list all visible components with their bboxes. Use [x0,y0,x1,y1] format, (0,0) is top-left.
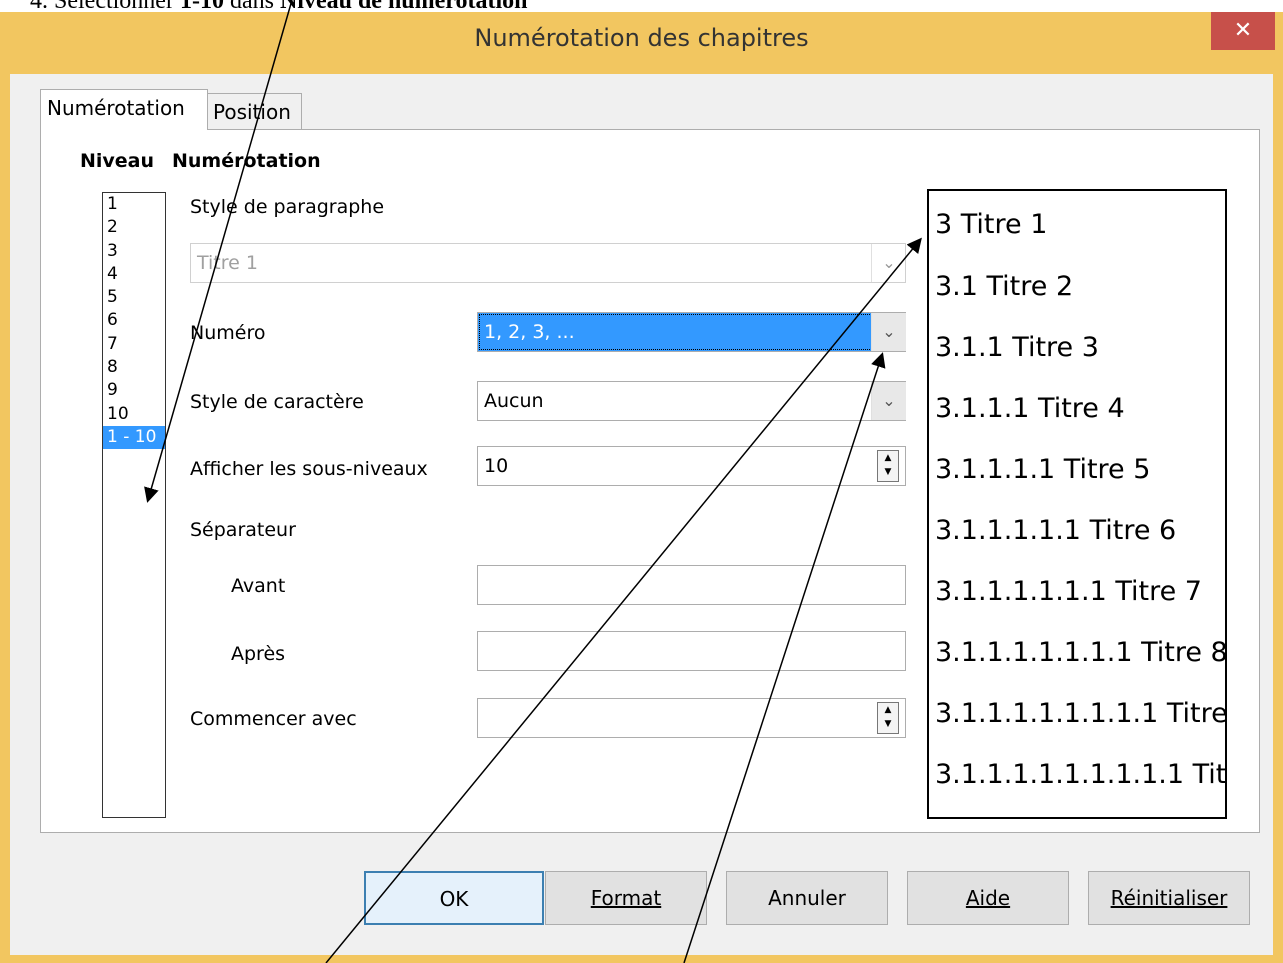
before-label: Avant [231,575,286,597]
format-button[interactable]: Format [545,871,707,925]
paragraph-style-dropdown[interactable]: Titre 1 [190,243,906,283]
list-item[interactable]: 6 [103,309,165,332]
close-button[interactable]: ✕ [1211,12,1275,50]
help-button[interactable]: Aide [907,871,1069,925]
sublevels-label: Afficher les sous-niveaux [190,458,428,480]
sublevels-spinbox[interactable]: 10 [477,446,906,486]
list-item-selected[interactable]: 1 - 10 [103,425,165,450]
number-dropdown[interactable]: 1, 2, 3, ... [477,312,906,352]
tab-numerotation[interactable]: Numérotation [40,89,208,130]
preview-line: 3.1.1.1.1.1.1 Titre 7 [935,576,1202,607]
reset-button-label: Réinitialiser [1110,886,1228,910]
preview-line: 3.1.1.1.1.1 Titre 6 [935,515,1177,546]
preview-line: 3.1 Titre 2 [935,271,1074,302]
format-button-label: Format [590,886,662,910]
numbering-header: Numérotation [172,150,321,172]
start-with-label: Commencer avec [190,708,357,730]
chevron-down-icon[interactable]: ⌄ [871,313,906,351]
tab-position[interactable]: Position [206,93,302,129]
number-label: Numéro [190,322,266,344]
numbering-preview: 3 Titre 1 3.1 Titre 2 3.1.1 Titre 3 3.1.… [927,189,1227,819]
spin-icon[interactable]: ▲ ▼ [877,702,899,734]
list-item[interactable]: 9 [103,379,165,402]
preview-line: 3.1.1.1.1.1.1.1 Titre 8 [935,637,1227,668]
start-with-spinbox[interactable] [477,698,906,738]
spin-icon[interactable]: ▲ ▼ [877,450,899,482]
cancel-button[interactable]: Annuler [726,871,888,925]
before-input[interactable] [477,565,906,605]
ok-button[interactable]: OK [364,871,544,925]
preview-line: 3.1.1.1.1 Titre 5 [935,454,1151,485]
char-style-dropdown[interactable]: Aucun [477,381,906,421]
list-item[interactable]: 10 [103,403,165,426]
list-item[interactable]: 3 [103,240,165,263]
dialog-title: Numérotation des chapitres [474,24,809,52]
after-input[interactable] [477,631,906,671]
list-item[interactable]: 5 [103,286,165,309]
after-label: Après [231,643,286,665]
preview-line: 3.1.1.1.1.1.1.1.1.1 Titre 10 [935,759,1227,790]
paragraph-style-label: Style de paragraphe [190,196,385,218]
title-bar: Numérotation des chapitres ✕ [0,12,1283,74]
list-item[interactable]: 1 [103,193,165,216]
list-item[interactable]: 4 [103,263,165,286]
close-icon: ✕ [1233,18,1253,43]
char-style-label: Style de caractère [190,391,364,413]
preview-line: 3.1.1.1.1.1.1.1.1 Titre 9 [935,698,1227,729]
level-header: Niveau [80,150,155,172]
preview-line: 3.1.1.1 Titre 4 [935,393,1125,424]
chevron-down-icon[interactable]: ⌄ [871,244,906,282]
preview-line: 3.1.1 Titre 3 [935,332,1099,363]
level-listbox[interactable]: 1 2 3 4 5 6 7 8 9 10 1 - 10 [102,192,166,818]
reset-button[interactable]: Réinitialiser [1088,871,1250,925]
separator-label: Séparateur [190,519,296,541]
help-button-label: Aide [965,886,1011,910]
list-item[interactable]: 2 [103,216,165,239]
chevron-down-icon[interactable]: ⌄ [871,382,906,420]
list-item[interactable]: 7 [103,333,165,356]
list-item[interactable]: 8 [103,356,165,379]
preview-line: 3 Titre 1 [935,209,1048,240]
